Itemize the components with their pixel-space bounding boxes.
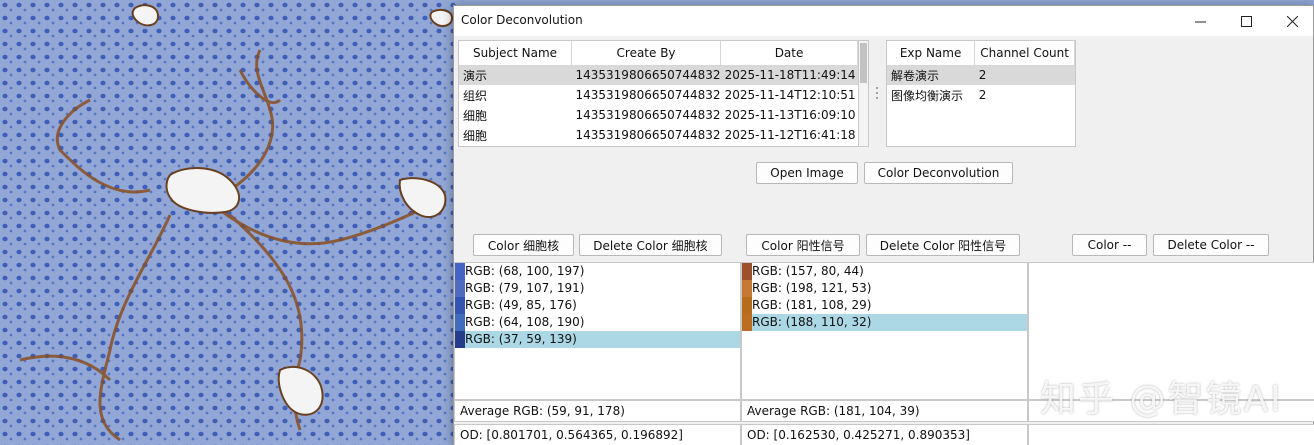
list-item[interactable]: RGB: (49, 85, 176) bbox=[455, 297, 740, 314]
column-header-subject-name[interactable]: Subject Name bbox=[459, 41, 572, 66]
table-row[interactable]: 细胞 1435319806650744832 2025-11-12T16:41:… bbox=[459, 125, 858, 145]
subject-table: Subject Name Create By Date 演示 143531980… bbox=[458, 40, 859, 147]
nucleus-color-list: RGB: (68, 100, 197) RGB: (79, 107, 191) … bbox=[454, 262, 741, 400]
minimize-icon[interactable] bbox=[1177, 6, 1223, 36]
color-swatch bbox=[455, 297, 465, 314]
experiment-table: Exp Name Channel Count 解卷演示 2 图像均衡演示 2 bbox=[886, 40, 1076, 147]
color-swatch bbox=[742, 314, 752, 331]
open-image-button[interactable]: Open Image bbox=[756, 162, 858, 184]
cell-subject-name: 组织 bbox=[463, 88, 488, 103]
cell-date: 2025-11-12T16:41:18 bbox=[724, 128, 856, 142]
cell-date: 2025-11-18T11:49:14 bbox=[720, 65, 858, 85]
scrollbar-thumb[interactable] bbox=[860, 43, 867, 83]
color-deconvolution-button[interactable]: Color Deconvolution bbox=[864, 162, 1013, 184]
positive-color-list: RGB: (157, 80, 44) RGB: (198, 121, 53) R… bbox=[741, 262, 1028, 400]
cell-subject-name: 细胞 bbox=[463, 108, 488, 123]
positive-average-rgb: Average RGB: (181, 104, 39) bbox=[741, 400, 1028, 422]
table-row[interactable]: 图像均衡演示 2 bbox=[887, 85, 1075, 105]
cell-exp-name: 图像均衡演示 bbox=[891, 88, 964, 103]
delete-color-positive-button[interactable]: Delete Color 阳性信号 bbox=[866, 234, 1020, 256]
table-row[interactable]: 组织 1435319806650744832 2025-11-14T12:10:… bbox=[459, 85, 858, 105]
empty-od bbox=[1028, 424, 1314, 445]
watermark: 知乎 @智镜AI bbox=[1040, 379, 1283, 420]
color-swatch bbox=[742, 263, 752, 280]
cell-exp-name: 解卷演示 bbox=[887, 65, 975, 85]
cell-channel-count: 2 bbox=[974, 65, 1075, 85]
list-item[interactable]: RGB: (198, 121, 53) bbox=[742, 280, 1027, 297]
color-swatch bbox=[455, 314, 465, 331]
column-header-channel-count[interactable]: Channel Count bbox=[974, 41, 1075, 66]
maximize-icon[interactable] bbox=[1223, 6, 1269, 36]
column-header-exp-name[interactable]: Exp Name bbox=[887, 41, 976, 66]
color-nucleus-button[interactable]: Color 细胞核 bbox=[473, 234, 574, 256]
cell-create-by: 1435319806650744832 bbox=[571, 65, 721, 85]
title-bar: Color Deconvolution bbox=[454, 6, 1313, 36]
delete-color-empty-button[interactable]: Delete Color -- bbox=[1153, 234, 1269, 256]
delete-color-nucleus-button[interactable]: Delete Color 细胞核 bbox=[579, 234, 722, 256]
list-item[interactable]: RGB: (37, 59, 139) bbox=[455, 331, 740, 348]
color-swatch bbox=[742, 297, 752, 314]
close-icon[interactable] bbox=[1269, 6, 1314, 36]
color-empty-button[interactable]: Color -- bbox=[1072, 234, 1147, 256]
subject-table-scrollbar[interactable] bbox=[859, 40, 869, 147]
list-item[interactable]: RGB: (79, 107, 191) bbox=[455, 280, 740, 297]
list-item[interactable]: RGB: (68, 100, 197) bbox=[455, 263, 740, 280]
positive-od: OD: [0.162530, 0.425271, 0.890353] bbox=[741, 424, 1028, 445]
cell-subject-name: 细胞 bbox=[463, 128, 488, 143]
color-swatch bbox=[455, 331, 465, 348]
cell-create-by: 1435319806650744832 bbox=[575, 108, 721, 122]
cell-channel-count: 2 bbox=[978, 88, 987, 102]
nucleus-od: OD: [0.801701, 0.564365, 0.196892] bbox=[454, 424, 741, 445]
nucleus-average-rgb: Average RGB: (59, 91, 178) bbox=[454, 400, 741, 422]
table-row[interactable]: 演示 1435319806650744832 2025-11-18T11:49:… bbox=[459, 65, 858, 85]
cell-date: 2025-11-13T16:09:10 bbox=[724, 108, 856, 122]
column-header-create-by[interactable]: Create By bbox=[571, 41, 722, 66]
splitter-grip-icon[interactable] bbox=[875, 86, 879, 100]
cell-date: 2025-11-14T12:10:51 bbox=[724, 88, 856, 102]
column-header-date[interactable]: Date bbox=[720, 41, 858, 66]
table-row[interactable]: 解卷演示 2 bbox=[887, 65, 1075, 85]
table-row[interactable]: 细胞 1435319806650744832 2025-11-13T16:09:… bbox=[459, 105, 858, 125]
cell-create-by: 1435319806650744832 bbox=[575, 128, 721, 142]
list-item[interactable]: RGB: (157, 80, 44) bbox=[742, 263, 1027, 280]
cell-create-by: 1435319806650744832 bbox=[575, 88, 721, 102]
list-item[interactable]: RGB: (181, 108, 29) bbox=[742, 297, 1027, 314]
color-swatch bbox=[455, 280, 465, 297]
color-swatch bbox=[742, 280, 752, 297]
list-item[interactable]: RGB: (188, 110, 32) bbox=[742, 314, 1027, 331]
color-swatch bbox=[455, 263, 465, 280]
window-title: Color Deconvolution bbox=[461, 13, 583, 27]
color-positive-button[interactable]: Color 阳性信号 bbox=[746, 234, 860, 256]
cell-subject-name: 演示 bbox=[459, 65, 572, 85]
list-item[interactable]: RGB: (64, 108, 190) bbox=[455, 314, 740, 331]
